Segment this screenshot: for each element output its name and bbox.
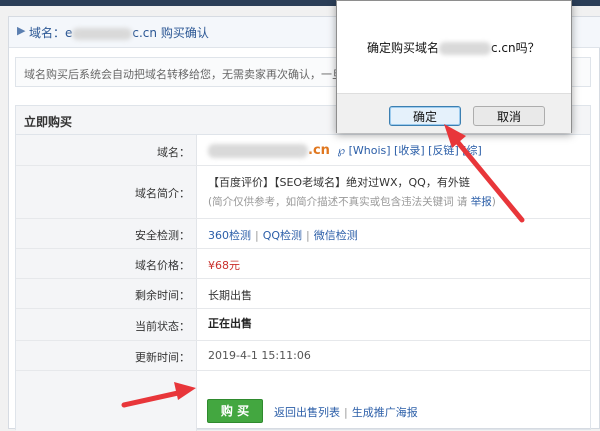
row-remaining: 剩余时间： 长期出售: [16, 279, 590, 309]
row-intro: 域名简介： 【百度评价】【SEO老域名】绝对过WX，QQ，有外链 (简介仅供参考…: [16, 166, 590, 219]
row-label: 域名简介：: [135, 187, 190, 200]
check-360-link[interactable]: 360检测: [208, 229, 251, 242]
confirm-ok-button[interactable]: 确定: [389, 106, 461, 126]
arrow-right-icon: ▶: [17, 24, 26, 37]
overall-link[interactable]: [综]: [462, 144, 482, 157]
row-domain: 域名： .cn ℘ [Whois] [收录] [反链] [综]: [16, 135, 590, 166]
security-links: 360检测 | QQ检测 | 微信检测: [208, 229, 358, 242]
price-value: ¥68元: [208, 259, 240, 272]
notice-text: 域名购买后系统会自动把域名转移给您，无需卖家再次确认，一旦买: [24, 68, 354, 81]
row-status: 当前状态： 正在出售: [16, 309, 590, 341]
check-wechat-link[interactable]: 微信检测: [314, 229, 358, 242]
status-value: 正在出售: [208, 317, 252, 330]
remaining-value: 长期出售: [208, 289, 252, 302]
row-label: 安全检测：: [135, 229, 190, 242]
index-link[interactable]: [收录]: [394, 144, 425, 157]
buy-section: 立即购买 域名： .cn ℘ [Whois] [收录] [反链] [综] 域名简…: [15, 105, 591, 431]
row-label: 域名：: [157, 146, 190, 159]
row-price: 域名价格： ¥68元: [16, 249, 590, 279]
dialog-footer: 确定 取消: [337, 93, 571, 133]
title-prefix: 域名：e: [29, 26, 73, 40]
row-label: 剩余时间：: [135, 289, 190, 302]
section-heading: 立即购买: [24, 115, 73, 129]
intro-text: 【百度评价】【SEO老域名】绝对过WX，QQ，有外链: [208, 176, 470, 189]
page-title: 域名：e c.cn 购买确认: [29, 24, 209, 41]
updated-value: 2019-4-1 15:11:06: [208, 349, 311, 362]
p-icon: ℘: [337, 144, 346, 157]
row-updated: 更新时间： 2019-4-1 15:11:06: [16, 341, 590, 371]
check-qq-link[interactable]: QQ检测: [263, 229, 302, 242]
buy-button[interactable]: 购 买: [207, 399, 263, 423]
intro-note: (简介仅供参考，如简介描述不真实或包含违法关键词 请 举报): [208, 196, 496, 208]
report-link[interactable]: 举报: [471, 196, 492, 208]
promo-poster-link[interactable]: 生成推广海报: [352, 406, 418, 419]
domain-value: .cn ℘ [Whois] [收录] [反链] [综]: [208, 142, 482, 158]
bottom-links: 返回出售列表 | 生成推广海报: [274, 406, 418, 419]
row-label: 更新时间：: [135, 351, 190, 364]
whois-link[interactable]: [Whois]: [349, 144, 391, 157]
back-to-list-link[interactable]: 返回出售列表: [274, 406, 340, 419]
blurred-domain: [439, 42, 492, 55]
confirm-dialog: 确定购买域名 c.cn吗？ 确定 取消: [336, 0, 572, 133]
dialog-message: 确定购买域名 c.cn吗？: [367, 41, 540, 55]
row-security: 安全检测： 360检测 | QQ检测 | 微信检测: [16, 219, 590, 249]
confirm-cancel-button[interactable]: 取消: [473, 106, 545, 126]
blurred-domain: [72, 27, 133, 40]
title-suffix: c.cn 购买确认: [132, 26, 209, 40]
row-label: 域名价格：: [135, 259, 190, 272]
domain-tld: .cn: [308, 143, 330, 158]
row-label: 当前状态：: [135, 320, 190, 333]
backlink-link[interactable]: [反链]: [428, 144, 459, 157]
blurred-domain: [208, 144, 308, 158]
